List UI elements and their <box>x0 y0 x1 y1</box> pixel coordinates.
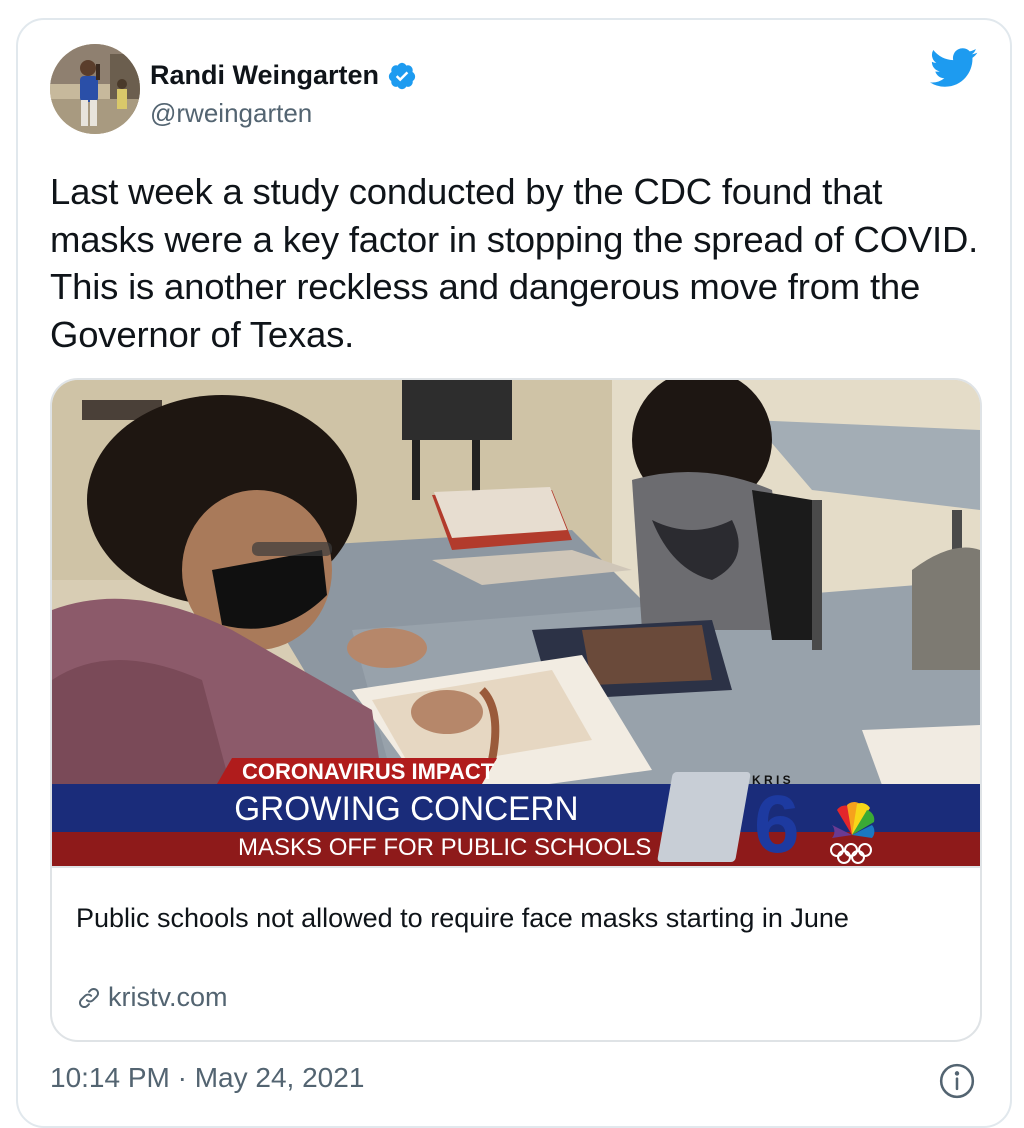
overlay-subhead: MASKS OFF FOR PUBLIC SCHOOLS <box>238 834 651 861</box>
twitter-bird-icon[interactable] <box>930 48 978 88</box>
link-preview-domain[interactable]: kristv.com <box>76 982 228 1013</box>
link-preview-card[interactable]: CORONAVIRUS IMPACT GROWING CONCERN MASKS… <box>50 378 982 1042</box>
overlay-headline: GROWING CONCERN <box>234 791 578 828</box>
author-name-text[interactable]: Randi Weingarten <box>150 60 379 91</box>
tweet-card: Randi Weingarten @rweingarten Last week … <box>16 18 1012 1128</box>
author-handle[interactable]: @rweingarten <box>150 98 312 129</box>
station-letters: K R I S <box>752 773 791 787</box>
link-preview-domain-text[interactable]: kristv.com <box>108 982 228 1013</box>
avatar[interactable] <box>50 44 140 134</box>
overlay-kicker: CORONAVIRUS IMPACT <box>242 759 495 784</box>
link-icon <box>76 985 102 1011</box>
link-preview-title[interactable]: Public schools not allowed to require fa… <box>76 898 936 938</box>
tweet-timestamp[interactable]: 10:14 PM · May 24, 2021 <box>50 1062 364 1094</box>
tweet-text: Last week a study conducted by the CDC f… <box>50 171 979 355</box>
verified-badge-icon <box>387 61 417 91</box>
station-number: 6 <box>754 779 800 866</box>
info-icon[interactable] <box>938 1062 976 1100</box>
author-name[interactable]: Randi Weingarten <box>150 60 417 91</box>
link-preview-body[interactable]: Public schools not allowed to require fa… <box>52 866 980 1040</box>
link-preview-image[interactable]: CORONAVIRUS IMPACT GROWING CONCERN MASKS… <box>52 380 980 866</box>
